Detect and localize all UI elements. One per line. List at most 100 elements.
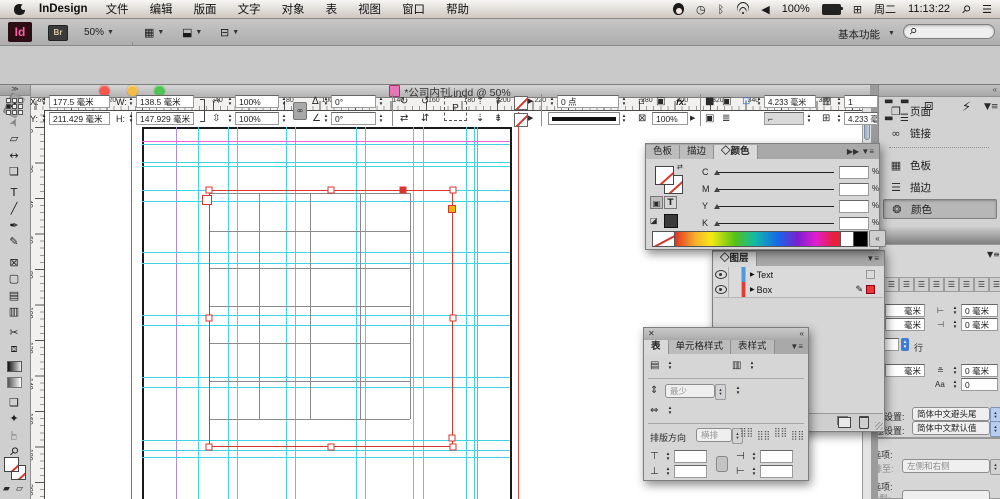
dock-header[interactable]: « <box>879 84 1000 97</box>
selection-handle[interactable] <box>205 186 213 194</box>
bluetooth-icon[interactable]: ᛒ <box>718 3 725 16</box>
selection-handle[interactable] <box>449 314 457 322</box>
layer-target-square[interactable] <box>866 270 875 279</box>
justify-button-2[interactable]: ☰ <box>914 277 929 292</box>
cell-align-bottom-icon[interactable]: ⣿⣿ <box>774 428 787 438</box>
scale-x-menu[interactable]: ▲ ▼ <box>280 95 288 108</box>
corner-radius-stepper[interactable]: ▲ ▼ <box>755 95 763 108</box>
justify-button-4[interactable]: ☰ <box>944 277 959 292</box>
table-columns-stepper[interactable]: ▲ ▼ <box>748 359 756 372</box>
layer-lock-cell[interactable] <box>729 282 742 297</box>
stroke-style-dropdown[interactable] <box>548 112 620 125</box>
space-after-stepper[interactable]: ▲ ▼ <box>951 364 959 377</box>
volume-icon[interactable]: ◀ <box>761 3 769 16</box>
inset-top-field[interactable] <box>674 450 707 463</box>
gutter-stepper[interactable]: ▲ ▼ <box>835 112 843 125</box>
screen-mode-dropdown[interactable]: ⬓ ▼ <box>178 25 206 40</box>
frame-fitting-icon[interactable]: ⧈ <box>924 98 934 113</box>
ruler-guide[interactable] <box>142 162 510 163</box>
cell-align-center-icon[interactable]: ⣿⣿ <box>757 431 770 441</box>
y-stepper[interactable]: ▲ ▼ <box>40 112 48 125</box>
corner-options-icon[interactable]: ⊡ <box>742 95 750 108</box>
object-style-icon[interactable]: ▫ <box>638 95 645 108</box>
gradient-feather-tool[interactable] <box>3 374 25 389</box>
channel-slider-knob-C[interactable] <box>714 170 720 175</box>
x-field[interactable]: 177.5 毫米 <box>49 95 110 108</box>
justify-button-6[interactable]: ☰ <box>974 277 989 292</box>
channel-slider-K[interactable] <box>716 223 834 224</box>
workspace-switcher[interactable]: 基本功能 <box>838 27 880 42</box>
align-top-icon[interactable]: ▬ <box>884 95 893 108</box>
menu-item-8[interactable]: 帮助 <box>446 1 469 17</box>
reference-point-proxy[interactable] <box>6 98 23 115</box>
control-panel-menu-icon[interactable]: ▼≡ <box>984 101 998 114</box>
affect-container-icon[interactable]: ▣ <box>650 196 663 209</box>
selection-handle[interactable] <box>449 443 457 451</box>
row-height-dd-icon[interactable]: ▲ ▼ <box>715 384 726 400</box>
notification-center-icon[interactable]: ☰ <box>982 3 992 16</box>
align-center-icon[interactable]: ▬ <box>900 95 909 108</box>
select-next-object-icon[interactable]: ⇟ <box>494 112 502 125</box>
ruler-guide[interactable] <box>142 144 510 145</box>
panel-collapse-icon[interactable]: ▶▶ ▼≡ <box>842 145 879 159</box>
scale-y-field[interactable]: 100% <box>235 112 279 125</box>
stroke-weight-stepper[interactable]: ▲ ▼ <box>548 95 556 108</box>
line-tool[interactable]: ╱ <box>3 201 25 216</box>
inset-bottom-field[interactable] <box>674 465 707 478</box>
drop-shadow-icon[interactable]: ▣ <box>656 95 665 108</box>
shear-stepper[interactable]: ▲ ▼ <box>322 112 330 125</box>
inset-right-field[interactable] <box>760 465 793 478</box>
channel-slider-knob-M[interactable] <box>714 187 720 192</box>
column-width-stepper[interactable]: ▲ ▼ <box>666 404 674 417</box>
column-guide[interactable] <box>198 127 199 499</box>
table-tab-2[interactable]: 表样式 <box>731 340 775 354</box>
collapse-dock-icon[interactable]: « <box>869 230 886 247</box>
inset-left-stepper[interactable]: ▲ ▼ <box>750 450 758 463</box>
corner-radius-field[interactable]: 4.233 毫米 <box>764 95 816 108</box>
color-tab-2[interactable]: ◇颜色 <box>714 145 758 159</box>
channel-value-Y[interactable] <box>839 200 869 213</box>
wrap-bounding-box-icon[interactable]: ▣ <box>722 95 731 108</box>
cell-align-justify-icon[interactable]: ⣿⣿ <box>791 431 804 441</box>
toolbar-fill-swatch[interactable] <box>4 457 19 472</box>
channel-slider-Y[interactable] <box>716 206 834 207</box>
contour-type-dropdown[interactable] <box>902 490 990 499</box>
inset-link-icon[interactable] <box>716 456 728 472</box>
eye-icon[interactable] <box>715 285 727 294</box>
margin-guide[interactable] <box>477 127 478 499</box>
menu-item-1[interactable]: 编辑 <box>150 1 173 17</box>
corner-shape-dropdown[interactable]: ⌐ <box>764 112 804 125</box>
inset-right-stepper[interactable]: ▲ ▼ <box>750 465 758 478</box>
h-stepper[interactable]: ▲ ▼ <box>127 112 135 125</box>
table-rows-stepper[interactable]: ▲ ▼ <box>666 359 674 372</box>
scale-y-menu[interactable]: ▲ ▼ <box>280 112 288 125</box>
selection-frame[interactable] <box>209 190 453 447</box>
indent-left-field[interactable]: 毫米 <box>885 304 925 317</box>
stroke-style-menu[interactable]: ▲ ▼ <box>620 112 628 125</box>
rotate-ccw-icon[interactable]: ↺ <box>421 95 429 108</box>
new-layer-icon[interactable] <box>838 416 851 428</box>
menu-item-2[interactable]: 版面 <box>194 1 217 17</box>
layer-expand-icon[interactable]: ▶ <box>746 282 757 297</box>
mojikumi-dropdown[interactable]: 简体中文默认值 <box>912 421 990 435</box>
columns-stepper[interactable]: ▲ ▼ <box>835 95 843 108</box>
type-tool[interactable]: T <box>3 185 25 200</box>
layer-row-text[interactable]: ▶ Text <box>714 267 883 283</box>
layer-row-box[interactable]: ▶ Box ✎ <box>714 282 883 298</box>
selection-handle[interactable] <box>327 443 335 451</box>
wrap-none-icon[interactable]: ■ <box>705 95 714 108</box>
layer-lock-cell[interactable] <box>729 267 742 282</box>
channel-value-C[interactable] <box>839 166 869 179</box>
menu-clock[interactable]: 11:13:22 <box>908 3 950 15</box>
time-machine-icon[interactable]: ◷ <box>696 3 706 16</box>
writing-direction-dropdown[interactable]: 横排 <box>696 428 732 442</box>
fill-proxy-swatch[interactable] <box>655 166 674 185</box>
bleed-guide[interactable] <box>131 112 132 499</box>
search-input[interactable]: ⚲ <box>903 24 995 39</box>
columns-field[interactable]: 1 <box>844 95 878 108</box>
kinsoku-dropdown[interactable]: 简体中文避头尾 <box>912 407 990 421</box>
menu-item-3[interactable]: 文字 <box>238 1 261 17</box>
table-panel-close-icon[interactable]: ✕ <box>648 328 655 339</box>
select-prev-object-icon[interactable]: ⇞ <box>494 95 502 108</box>
selection-handle[interactable] <box>448 434 456 442</box>
